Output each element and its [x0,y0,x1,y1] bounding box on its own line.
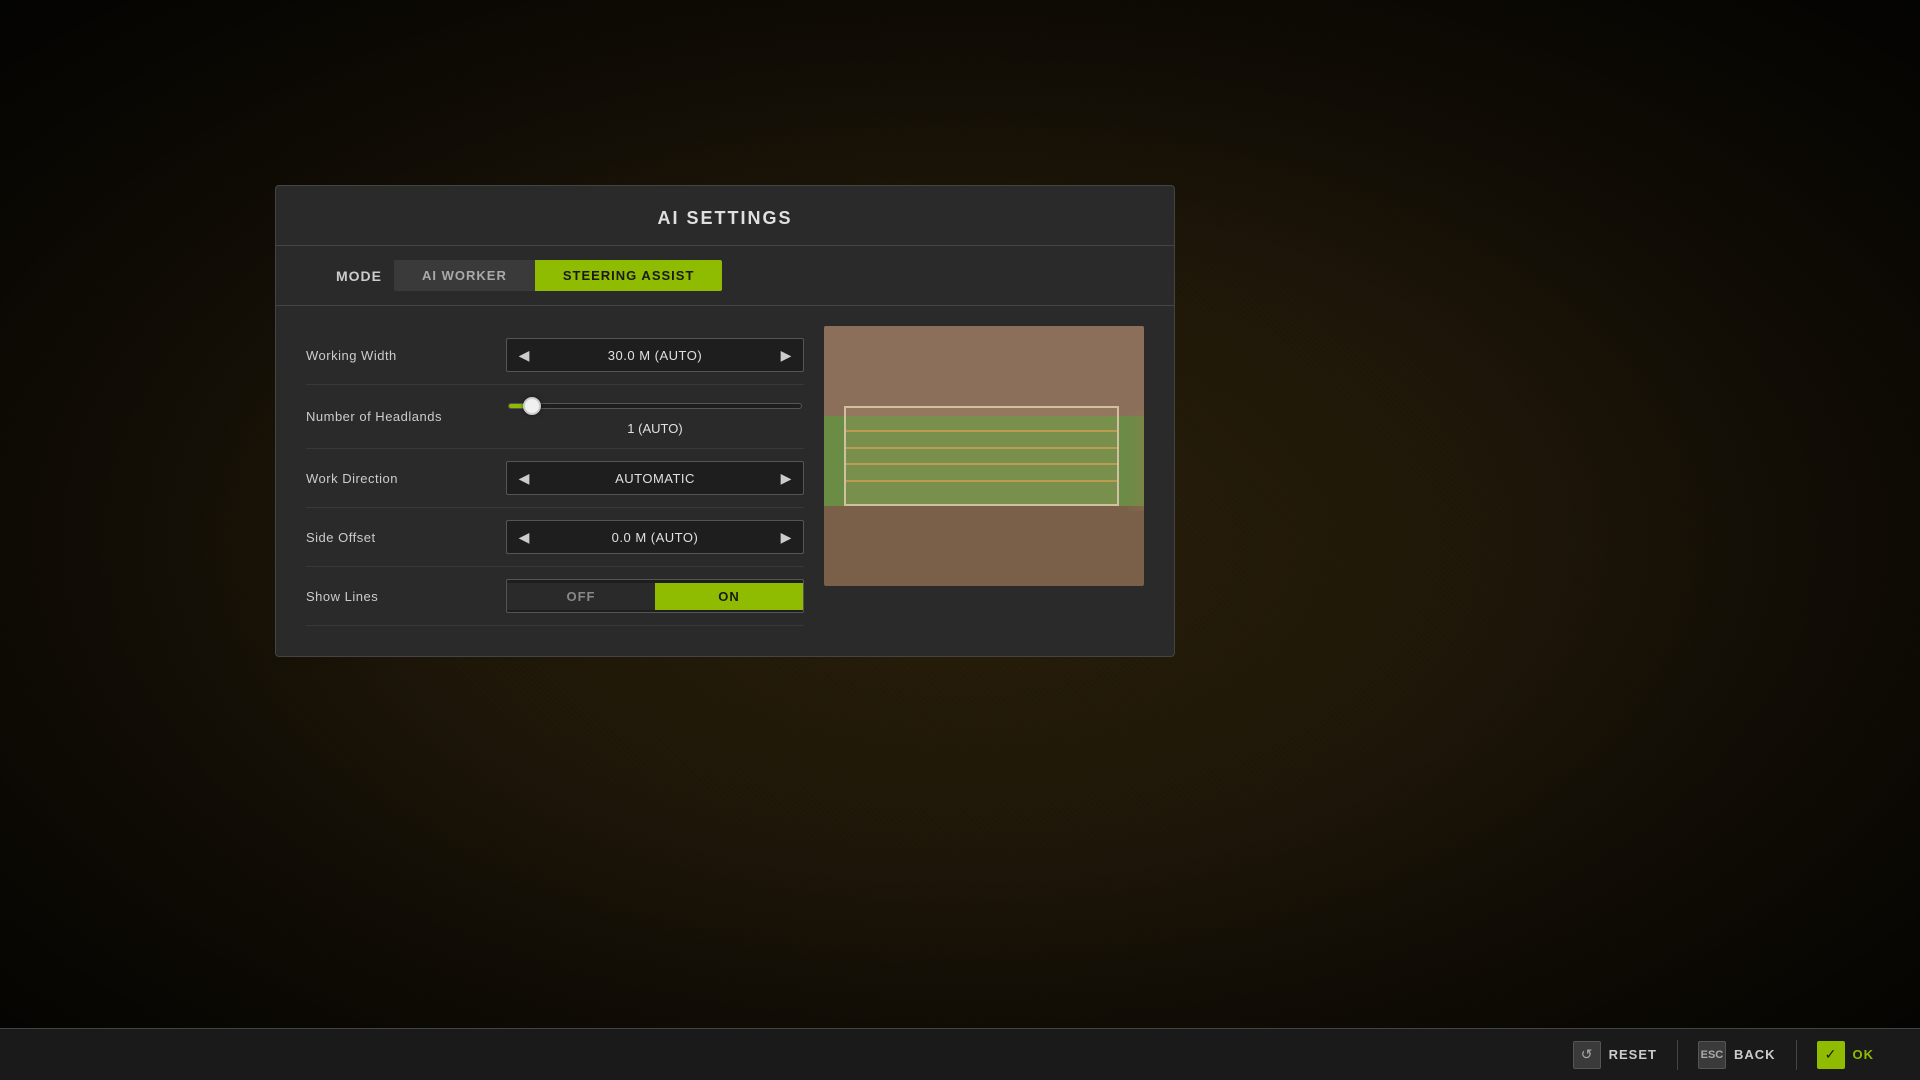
separator-2 [1796,1040,1797,1070]
working-width-right-btn[interactable]: ▶ [769,339,803,371]
ok-toolbar-item[interactable]: ✓ OK [1801,1029,1891,1080]
reset-toolbar-item[interactable]: ↺ RESET [1557,1029,1673,1080]
work-line-2 [846,447,1117,449]
work-lines-container [846,408,1117,504]
working-width-label: Working Width [306,348,506,363]
settings-panel: Working Width ◀ 30.0 M (AUTO) ▶ Number o… [306,326,804,626]
headlands-control: 1 (AUTO) [506,397,804,436]
field-bottom [824,506,1144,586]
back-toolbar-item[interactable]: ESC BACK [1682,1029,1792,1080]
mode-label: MODE [336,268,382,284]
side-offset-value: 0.0 M (AUTO) [541,530,769,545]
dialog-title: AI SETTINGS [657,208,792,228]
work-line-3 [846,463,1117,465]
work-direction-right-btn[interactable]: ▶ [769,462,803,494]
side-offset-control: ◀ 0.0 M (AUTO) ▶ [506,520,804,554]
bottom-toolbar: ↺ RESET ESC BACK ✓ OK [0,1028,1920,1080]
headlands-slider-track[interactable] [508,403,802,409]
headlands-row: Number of Headlands 1 (AUTO) [306,385,804,449]
preview-right-edge [1124,411,1144,511]
show-lines-control: OFF ON [506,579,804,613]
back-label: BACK [1734,1047,1776,1062]
show-lines-toggle: OFF ON [506,579,804,613]
headlands-value: 1 (AUTO) [506,421,804,436]
work-direction-arrow-control: ◀ AUTOMATIC ▶ [506,461,804,495]
show-lines-label: Show Lines [306,589,506,604]
headlands-slider-thumb[interactable] [523,397,541,415]
work-line-4 [846,480,1117,482]
working-width-control: ◀ 30.0 M (AUTO) ▶ [506,338,804,372]
tab-ai-worker[interactable]: AI WORKER [394,260,535,291]
separator-1 [1677,1040,1678,1070]
esc-icon: ESC [1698,1041,1726,1069]
side-offset-label: Side Offset [306,530,506,545]
working-width-row: Working Width ◀ 30.0 M (AUTO) ▶ [306,326,804,385]
side-offset-left-btn[interactable]: ◀ [507,521,541,553]
work-direction-label: Work Direction [306,471,506,486]
working-width-left-btn[interactable]: ◀ [507,339,541,371]
work-line-1 [846,430,1117,432]
ok-label: OK [1853,1047,1875,1062]
dialog-header: AI SETTINGS [276,186,1174,246]
show-lines-off-btn[interactable]: OFF [507,583,655,610]
show-lines-row: Show Lines OFF ON [306,567,804,626]
side-offset-arrow-control: ◀ 0.0 M (AUTO) ▶ [506,520,804,554]
work-direction-value: AUTOMATIC [541,471,769,486]
headlands-label: Number of Headlands [306,409,506,424]
ok-icon: ✓ [1817,1041,1845,1069]
tabs-bar: MODE AI WORKER STEERING ASSIST [276,246,1174,306]
working-width-value: 30.0 M (AUTO) [541,348,769,363]
work-direction-row: Work Direction ◀ AUTOMATIC ▶ [306,449,804,508]
dialog-content: Working Width ◀ 30.0 M (AUTO) ▶ Number o… [276,306,1174,656]
preview-panel [824,326,1144,586]
tab-steering-assist[interactable]: STEERING ASSIST [535,260,723,291]
field-top [824,326,1144,416]
reset-icon: ↺ [1573,1041,1601,1069]
working-width-arrow-control: ◀ 30.0 M (AUTO) ▶ [506,338,804,372]
side-offset-row: Side Offset ◀ 0.0 M (AUTO) ▶ [306,508,804,567]
show-lines-on-btn[interactable]: ON [655,583,803,610]
side-offset-right-btn[interactable]: ▶ [769,521,803,553]
work-direction-control: ◀ AUTOMATIC ▶ [506,461,804,495]
ai-settings-dialog: AI SETTINGS MODE AI WORKER STEERING ASSI… [275,185,1175,657]
work-direction-left-btn[interactable]: ◀ [507,462,541,494]
reset-label: RESET [1609,1047,1657,1062]
